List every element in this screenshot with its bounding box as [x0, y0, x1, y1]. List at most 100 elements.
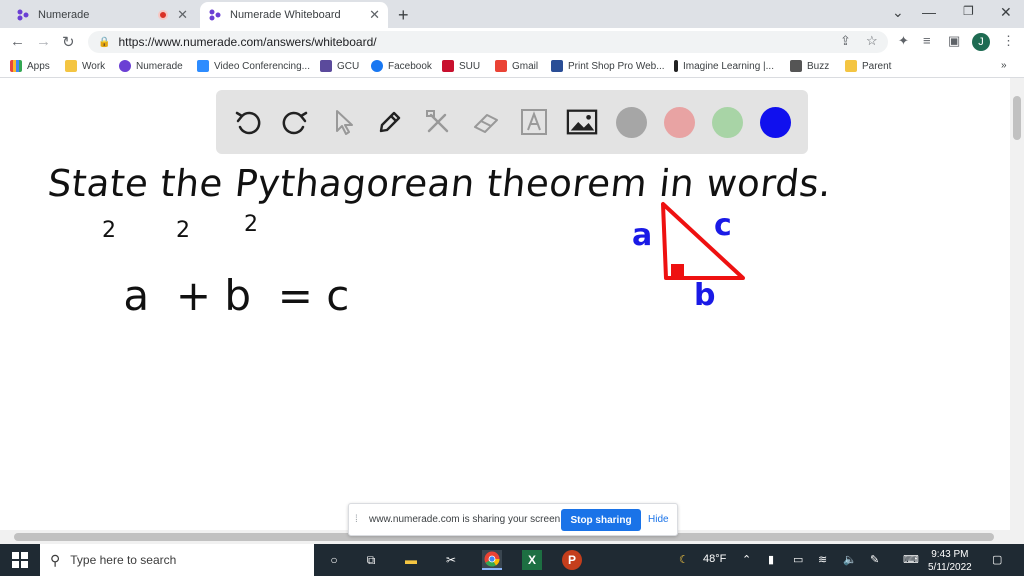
bookmark-star-icon[interactable]: ☆	[866, 33, 878, 49]
snipping-tool-icon[interactable]: ✂	[441, 550, 461, 570]
volume-icon[interactable]: 🔈	[843, 553, 857, 566]
clock-date: 5/11/2022	[928, 562, 972, 573]
recording-icon	[158, 10, 168, 20]
restore-button[interactable]: ❐	[963, 4, 974, 18]
bookmark-imagine-learning[interactable]: Imagine Learning |...	[674, 60, 774, 72]
bookmarks-overflow-button[interactable]: »	[1001, 60, 1007, 71]
windows-start-icon[interactable]	[10, 550, 30, 570]
avatar[interactable]: J	[972, 33, 990, 51]
address-bar[interactable]: 🔒 https://www.numerade.com/answers/white…	[88, 31, 888, 53]
excel-icon[interactable]: X	[522, 550, 542, 570]
undo-icon[interactable]	[232, 106, 264, 138]
gcu-icon	[320, 60, 332, 72]
whiteboard-toolbar	[216, 90, 808, 154]
suu-icon	[442, 60, 454, 72]
powerpoint-icon[interactable]: P	[562, 550, 582, 570]
share-icon[interactable]: ⇪	[840, 33, 851, 49]
numerade-icon	[16, 8, 30, 22]
color-swatch-pink[interactable]	[664, 107, 695, 138]
url-text: https://www.numerade.com/answers/whitebo…	[118, 35, 377, 49]
pen-workspace-icon[interactable]: ✎	[870, 553, 879, 566]
scroll-thumb[interactable]	[1013, 96, 1021, 140]
bookmark-parent[interactable]: Parent	[845, 60, 891, 72]
minimize-button[interactable]: —	[922, 4, 936, 20]
close-window-button[interactable]: ✕	[1000, 4, 1012, 21]
side-panel-icon[interactable]: ▣	[948, 33, 960, 49]
numerade-icon	[119, 60, 131, 72]
triangle-label-a: a	[632, 218, 653, 253]
reading-list-icon[interactable]: ≡	[923, 33, 931, 48]
eraser-icon[interactable]	[470, 106, 502, 138]
cortana-icon[interactable]: ○	[324, 550, 344, 570]
weather-icon[interactable]: ☾	[679, 553, 689, 566]
notifications-icon[interactable]: ▢	[992, 553, 1002, 566]
bookmark-video-conferencing[interactable]: Video Conferencing...	[197, 60, 310, 72]
share-message: www.numerade.com is sharing your screen.	[369, 514, 563, 525]
chevron-down-icon[interactable]: ⌄	[892, 4, 904, 21]
triangle-label-c: c	[714, 208, 732, 243]
bookmark-gmail[interactable]: Gmail	[495, 60, 538, 72]
whiteboard-canvas[interactable]: State the Pythagorean theorem in words. …	[0, 160, 1008, 528]
color-swatch-green[interactable]	[712, 107, 743, 138]
vertical-scrollbar[interactable]	[1010, 78, 1024, 544]
stop-sharing-button[interactable]: Stop sharing	[561, 509, 641, 531]
video-icon	[197, 60, 209, 72]
bookmark-work[interactable]: Work	[65, 60, 105, 72]
bookmark-facebook[interactable]: Facebook	[371, 60, 432, 72]
chrome-icon[interactable]	[482, 550, 502, 570]
bookmark-suu[interactable]: SUU	[442, 60, 480, 72]
battery-icon[interactable]: ▭	[793, 553, 803, 566]
usb-icon[interactable]: ▮	[768, 553, 774, 566]
apps-grid-icon	[10, 60, 22, 72]
menu-icon[interactable]: ⋮	[1002, 33, 1015, 49]
taskbar-search-input[interactable]: ⚲ Type here to search	[40, 544, 314, 576]
redo-icon[interactable]	[279, 106, 311, 138]
search-icon: ⚲	[50, 551, 61, 568]
bookmark-numerade[interactable]: Numerade	[119, 60, 183, 72]
bookmark-buzz[interactable]: Buzz	[790, 60, 829, 72]
text-icon[interactable]	[518, 106, 550, 138]
search-placeholder: Type here to search	[70, 553, 177, 567]
print-shop-icon	[551, 60, 563, 72]
keyboard-icon[interactable]: ⌨	[903, 553, 919, 566]
tab-numerade-whiteboard[interactable]: Numerade Whiteboard ✕	[200, 2, 388, 28]
close-tab-icon[interactable]: ✕	[369, 7, 380, 23]
reload-button[interactable]: ↻	[62, 33, 75, 51]
lock-icon: 🔒	[98, 36, 111, 48]
bookmarks-bar: Apps Work Numerade Video Conferencing...…	[0, 56, 1024, 78]
forward-button[interactable]: →	[36, 33, 51, 50]
pointer-icon[interactable]	[327, 106, 359, 138]
file-explorer-icon[interactable]: ▬	[401, 550, 421, 570]
bookmark-apps[interactable]: Apps	[10, 60, 50, 72]
bookmark-gcu[interactable]: GCU	[320, 60, 359, 72]
chevron-up-icon[interactable]: ⌃	[742, 553, 751, 566]
task-view-icon[interactable]: ⧉	[361, 550, 381, 570]
hide-button[interactable]: Hide	[648, 514, 669, 525]
tab-title: Numerade	[38, 9, 90, 21]
imagine-learning-icon	[674, 60, 678, 72]
browser-toolbar: ← → ↻ 🔒 https://www.numerade.com/answers…	[0, 28, 1024, 56]
gmail-icon	[495, 60, 507, 72]
close-tab-icon[interactable]: ✕	[177, 7, 188, 23]
drag-handle-icon[interactable]: ⁞	[355, 514, 363, 525]
tools-icon[interactable]	[422, 106, 454, 138]
triangle-label-b: b	[694, 278, 716, 313]
screen-share-bar: ⁞ www.numerade.com is sharing your scree…	[348, 503, 678, 536]
bookmark-print-shop[interactable]: Print Shop Pro Web...	[551, 60, 665, 72]
tab-title: Numerade Whiteboard	[230, 9, 341, 21]
color-swatch-blue[interactable]	[760, 107, 791, 138]
new-tab-button[interactable]: +	[398, 5, 409, 26]
back-button[interactable]: ←	[10, 33, 25, 50]
temperature-text[interactable]: 48°F	[703, 553, 726, 565]
exponent-c: 2	[244, 212, 258, 237]
tab-strip: Numerade ✕ Numerade Whiteboard ✕ + ⌄ — ❐…	[0, 0, 1024, 28]
prompt-text: State the Pythagorean theorem in words.	[45, 162, 834, 205]
tab-numerade[interactable]: Numerade ✕	[8, 2, 196, 28]
wifi-icon[interactable]: ≋	[818, 553, 827, 566]
pen-icon[interactable]	[374, 106, 406, 138]
folder-icon	[845, 60, 857, 72]
color-swatch-gray[interactable]	[616, 107, 647, 138]
clock[interactable]: 9:43 PM 5/11/2022	[928, 548, 972, 574]
image-icon[interactable]	[566, 106, 598, 138]
extensions-icon[interactable]: ✦	[898, 33, 909, 49]
